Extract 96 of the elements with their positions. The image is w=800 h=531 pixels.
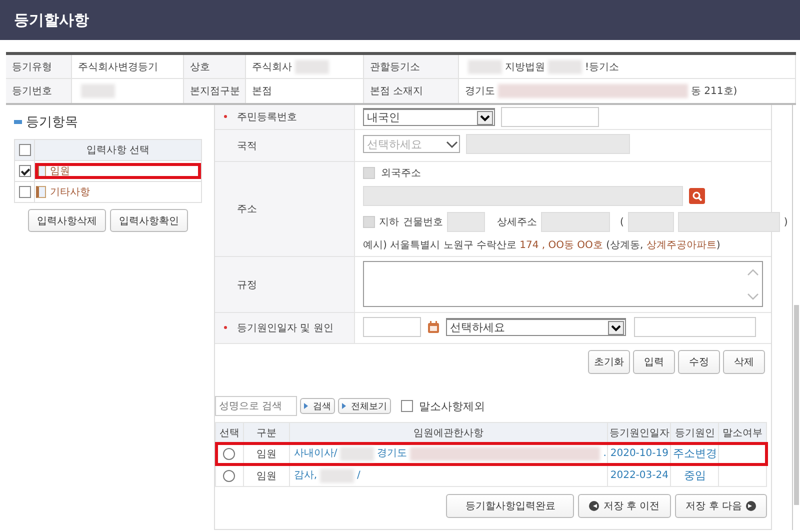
- input-field[interactable]: [466, 134, 630, 154]
- document-icon: [36, 186, 46, 198]
- chevron-icon: [446, 140, 458, 148]
- field-label: 관할등기소: [364, 55, 459, 78]
- table-cell: 2022-03-24: [610, 470, 668, 481]
- checkbox[interactable]: [363, 216, 375, 228]
- field-label: 본점 소재지: [364, 79, 459, 103]
- scrollbar[interactable]: [792, 105, 800, 530]
- action-button[interactable]: 입력사항확인: [110, 209, 188, 232]
- field-label: 본지점구분: [184, 79, 246, 103]
- bracket-text: (: [620, 216, 624, 228]
- action-button[interactable]: 저장 후 다음: [674, 494, 767, 518]
- checkbox-label: 외국주소: [381, 167, 421, 180]
- field-label: 주소: [237, 203, 257, 216]
- value-text: 주식회사: [252, 60, 292, 74]
- action-button[interactable]: 초기화: [588, 350, 630, 374]
- redaction-blur: [468, 60, 502, 74]
- value-text: 주식회사변경등기: [78, 60, 158, 74]
- field-label: 주민등록번호: [237, 111, 297, 124]
- table-cell: 임원: [256, 470, 276, 482]
- scroll-arrows-icon: [746, 268, 760, 301]
- required-dot-icon: [224, 326, 227, 329]
- redaction-blur: [548, 60, 582, 74]
- action-button[interactable]: 등기할사항입력완료: [446, 494, 574, 518]
- search-field[interactable]: 성명으로 검색: [215, 396, 297, 416]
- input-field[interactable]: [363, 186, 683, 206]
- checkbox-label: 지하: [379, 216, 399, 229]
- field-label: 건물번호: [403, 216, 443, 229]
- field-label: 국적: [237, 140, 257, 152]
- table-cell: 중임: [684, 469, 706, 482]
- field-label: 상호: [184, 55, 246, 78]
- input-field[interactable]: [628, 212, 674, 232]
- value-text: !등기소: [585, 60, 620, 74]
- column-header: 선택: [219, 428, 240, 438]
- table-cell: 임원: [256, 448, 276, 460]
- input-field[interactable]: [447, 212, 485, 232]
- column-header: 임원에관한사항: [414, 428, 484, 438]
- document-icon: [36, 165, 46, 177]
- value-text: 동 211호): [691, 85, 738, 98]
- bracket-text: ): [784, 216, 788, 228]
- radio-button[interactable]: [223, 470, 236, 482]
- column-header: 말소여부: [722, 428, 763, 438]
- action-button[interactable]: 입력: [633, 350, 675, 374]
- checkbox[interactable]: [401, 400, 413, 412]
- table-cell: /: [357, 470, 360, 482]
- redaction-blur: [320, 468, 354, 483]
- field-label: 상세주소: [497, 216, 537, 229]
- value-text: 경기도: [465, 85, 495, 98]
- action-button[interactable]: 삭제: [723, 350, 765, 374]
- table-cell: 감사,: [294, 470, 318, 482]
- input-field[interactable]: [541, 212, 610, 232]
- field-label: 등기번호: [6, 79, 72, 103]
- right-arrow-icon: [746, 501, 756, 511]
- required-dot-icon: [224, 115, 227, 118]
- radio-button[interactable]: [223, 448, 236, 460]
- action-button[interactable]: 저장 후 이전: [578, 494, 671, 518]
- field-label: 규정: [237, 278, 257, 292]
- input-field[interactable]: [501, 107, 599, 127]
- search-button[interactable]: 검색: [300, 398, 335, 414]
- redaction-blur: [295, 60, 329, 74]
- left-arrow-icon: [589, 501, 600, 511]
- checkbox[interactable]: [18, 186, 30, 198]
- redaction-blur: [81, 84, 115, 98]
- field-label: 등기유형: [6, 55, 72, 78]
- bullet-icon: [14, 120, 22, 124]
- search-button[interactable]: [689, 188, 705, 204]
- field-label: 등기원인일자 및 원인: [237, 322, 334, 335]
- example-text: 예시) 서울특별시 노원구 수락산로 174 , OO동 OO호 (상계동, 상계주공아파트): [363, 239, 722, 252]
- table-cell: 2020-10-19: [610, 448, 668, 459]
- input-field[interactable]: [678, 212, 780, 232]
- dropdown[interactable]: 선택하세요: [446, 318, 626, 336]
- text-area[interactable]: [363, 261, 763, 307]
- table-cell: 주소변경: [672, 447, 717, 460]
- input-field[interactable]: [634, 317, 756, 337]
- value-text: 본점: [252, 85, 272, 98]
- column-header: 등기원인: [674, 428, 715, 438]
- column-header: 구분: [256, 428, 276, 438]
- checkbox[interactable]: [18, 144, 30, 156]
- column-header: 등기원인일자: [609, 428, 670, 438]
- action-button[interactable]: 입력사항삭제: [28, 209, 106, 232]
- page-title: 등기할사항: [14, 10, 89, 30]
- checkbox[interactable]: [363, 167, 375, 179]
- value-text: 지방법원: [505, 60, 545, 74]
- calendar-icon[interactable]: [427, 321, 440, 333]
- column-header: 입력사항 선택: [86, 145, 150, 156]
- table-cell: .: [603, 448, 606, 460]
- input-field[interactable]: [363, 317, 421, 337]
- search-button[interactable]: 전체보기: [338, 398, 391, 414]
- redaction-blur: [340, 446, 374, 461]
- checkbox-label: 말소사항제외: [419, 398, 485, 414]
- checkbox[interactable]: [18, 165, 30, 177]
- section-heading: 등기항목: [26, 114, 78, 131]
- table-cell: 사내이사/: [294, 448, 338, 460]
- action-button[interactable]: 수정: [678, 350, 720, 374]
- table-cell: 경기도: [377, 448, 408, 460]
- dropdown[interactable]: 내국인: [363, 108, 495, 126]
